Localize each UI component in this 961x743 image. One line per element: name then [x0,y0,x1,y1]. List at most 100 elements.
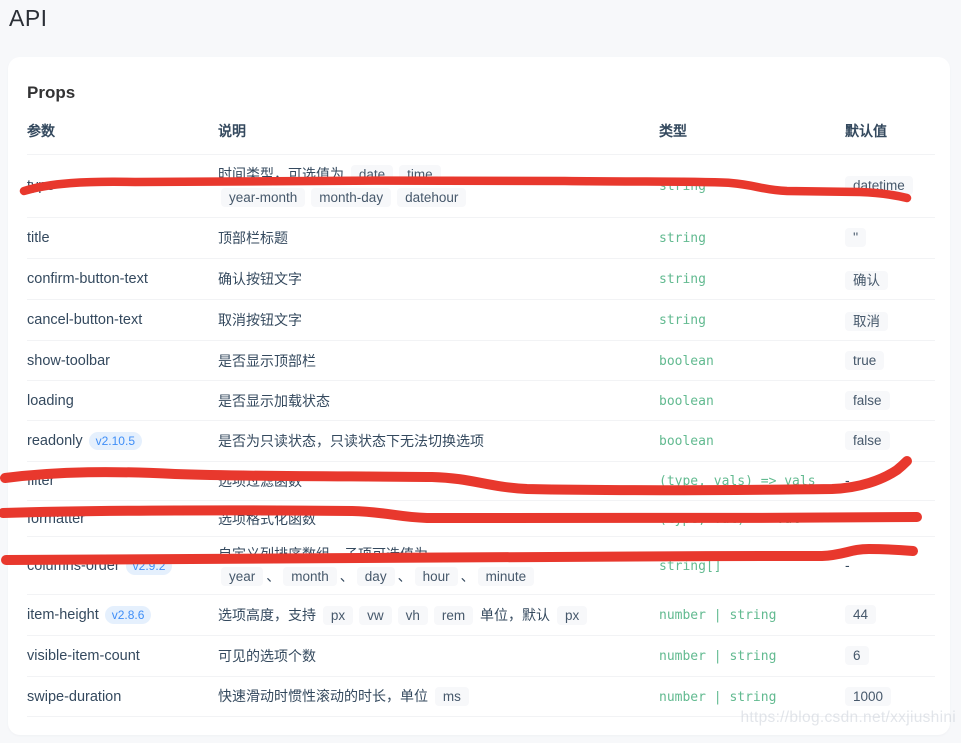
default-value: - [845,557,850,573]
param-cell: type [27,178,218,194]
description-line: 选项过滤函数 [218,470,649,492]
param-cell: cancel-button-text [27,312,218,328]
default-value: - [845,510,850,526]
type-cell: boolean [659,392,845,410]
default-value: - [845,472,850,488]
type-cell: boolean [659,352,845,370]
description-text: 确认按钮文字 [218,271,302,287]
default-value: 取消 [845,312,888,331]
description-line: 是否为只读状态，只读状态下无法切换选项 [218,430,649,452]
type-cell: number | string [659,688,845,706]
version-badge: v2.9.2 [126,557,173,575]
type-value: number | string [659,608,776,623]
description-cell: 选项过滤函数 [218,470,659,492]
type-value: boolean [659,354,714,369]
table-header-row: 参数 说明 类型 默认值 [27,122,935,155]
table-row: filter 选项过滤函数 (type, vals) => vals - [27,462,935,501]
type-cell: boolean [659,432,845,450]
param-name: columns-order [27,558,120,574]
param-name: show-toolbar [27,353,110,369]
description-cell: 是否为只读状态，只读状态下无法切换选项 [218,430,659,452]
description-cell: 快速滑动时惯性滚动的时长，单位 ms [218,685,659,708]
default-value: false [845,431,890,450]
type-value: number | string [659,690,776,705]
description-text: 自定义列排序数组，子项可选值为 [218,546,428,562]
default-cell: - [845,472,935,490]
param-cell: confirm-button-text [27,271,218,287]
type-cell: string [659,229,845,247]
default-cell: 44 [845,606,935,624]
param-name: type [27,178,54,194]
type-cell: number | string [659,647,845,665]
description-text: 、 [461,568,475,584]
description-text: 选项高度，支持 [218,607,320,623]
description-text: 快速滑动时惯性滚动的时长，单位 [218,688,432,704]
param-cell: readonlyv2.10.5 [27,432,218,450]
description-cell: 可见的选项个数 [218,645,659,667]
type-value: string [659,272,706,287]
code-tag: px [323,606,353,625]
description-cell: 时间类型，可选值为 datetimeyear-monthmonth-daydat… [218,163,659,209]
type-value: string [659,231,706,246]
type-cell: (type, vals) => vals [659,472,845,490]
code-tag: year [221,567,263,586]
param-cell: columns-order v2.9.2 [27,557,218,575]
type-value: (type, val) => val [659,512,800,527]
code-tag: rem [434,606,473,625]
default-value: true [845,351,884,370]
description-text: 、 [398,568,412,584]
description-text: 选项格式化函数 [218,511,316,527]
code-tag: hour [415,567,458,586]
param-cell: formatter [27,511,218,527]
description-line: 快速滑动时惯性滚动的时长，单位 ms [218,685,649,708]
description-line: year-monthmonth-daydatehour [218,186,649,209]
description-line: 选项格式化函数 [218,508,649,530]
description-line: 是否显示顶部栏 [218,350,649,372]
description-text: 是否为只读状态，只读状态下无法切换选项 [218,433,484,449]
column-header-type: 类型 [659,122,845,140]
default-value: '' [845,228,866,247]
props-card: Props 参数 说明 类型 默认值 type时间类型，可选值为 datetim… [8,57,950,735]
description-text: 取消按钮文字 [218,312,302,328]
param-name: filter [27,473,54,489]
param-cell: title [27,230,218,246]
default-cell: datetime [845,177,935,195]
param-name: visible-item-count [27,648,140,664]
description-text: 顶部栏标题 [218,230,288,246]
code-tag: time [399,165,441,184]
type-cell: string [659,270,845,288]
code-tag: ms [435,687,469,706]
description-line: 顶部栏标题 [218,227,649,249]
default-value: 1000 [845,687,891,706]
type-value: string[] [659,559,722,574]
watermark: https://blog.csdn.net/xxjiushini [740,709,956,727]
version-badge: v2.10.5 [89,432,142,450]
default-cell: - [845,510,935,528]
description-text: 、 [340,568,354,584]
code-tag: datehour [397,188,466,207]
description-cell: 顶部栏标题 [218,227,659,249]
default-value: 6 [845,646,869,665]
table-row: confirm-button-text确认按钮文字string确认 [27,259,935,300]
code-tag: day [357,567,395,586]
description-text: 时间类型，可选值为 [218,166,348,182]
code-tag: vh [398,606,428,625]
table-row: loading是否显示加载状态booleanfalse [27,381,935,421]
description-line: 确认按钮文字 [218,268,649,290]
type-cell: string[] [659,557,845,575]
table-row: title顶部栏标题 string '' [27,218,935,259]
param-cell: filter [27,473,218,489]
column-header-description: 说明 [218,122,659,140]
param-cell: item-heightv2.8.6 [27,606,218,624]
column-header-default: 默认值 [845,122,935,140]
table-row: visible-item-count 可见的选项个数number | string… [27,636,935,677]
table-row: show-toolbar 是否显示顶部栏 boolean true [27,341,935,381]
type-value: string [659,313,706,328]
description-cell: 取消按钮文字 [218,309,659,331]
default-cell: 取消 [845,310,935,331]
type-value: (type, vals) => vals [659,474,816,489]
default-value: false [845,391,890,410]
description-cell: 自定义列排序数组，子项可选值为year、month、day、hour、minut… [218,543,659,588]
page-title: API [9,5,48,32]
code-tag: px [557,606,587,625]
